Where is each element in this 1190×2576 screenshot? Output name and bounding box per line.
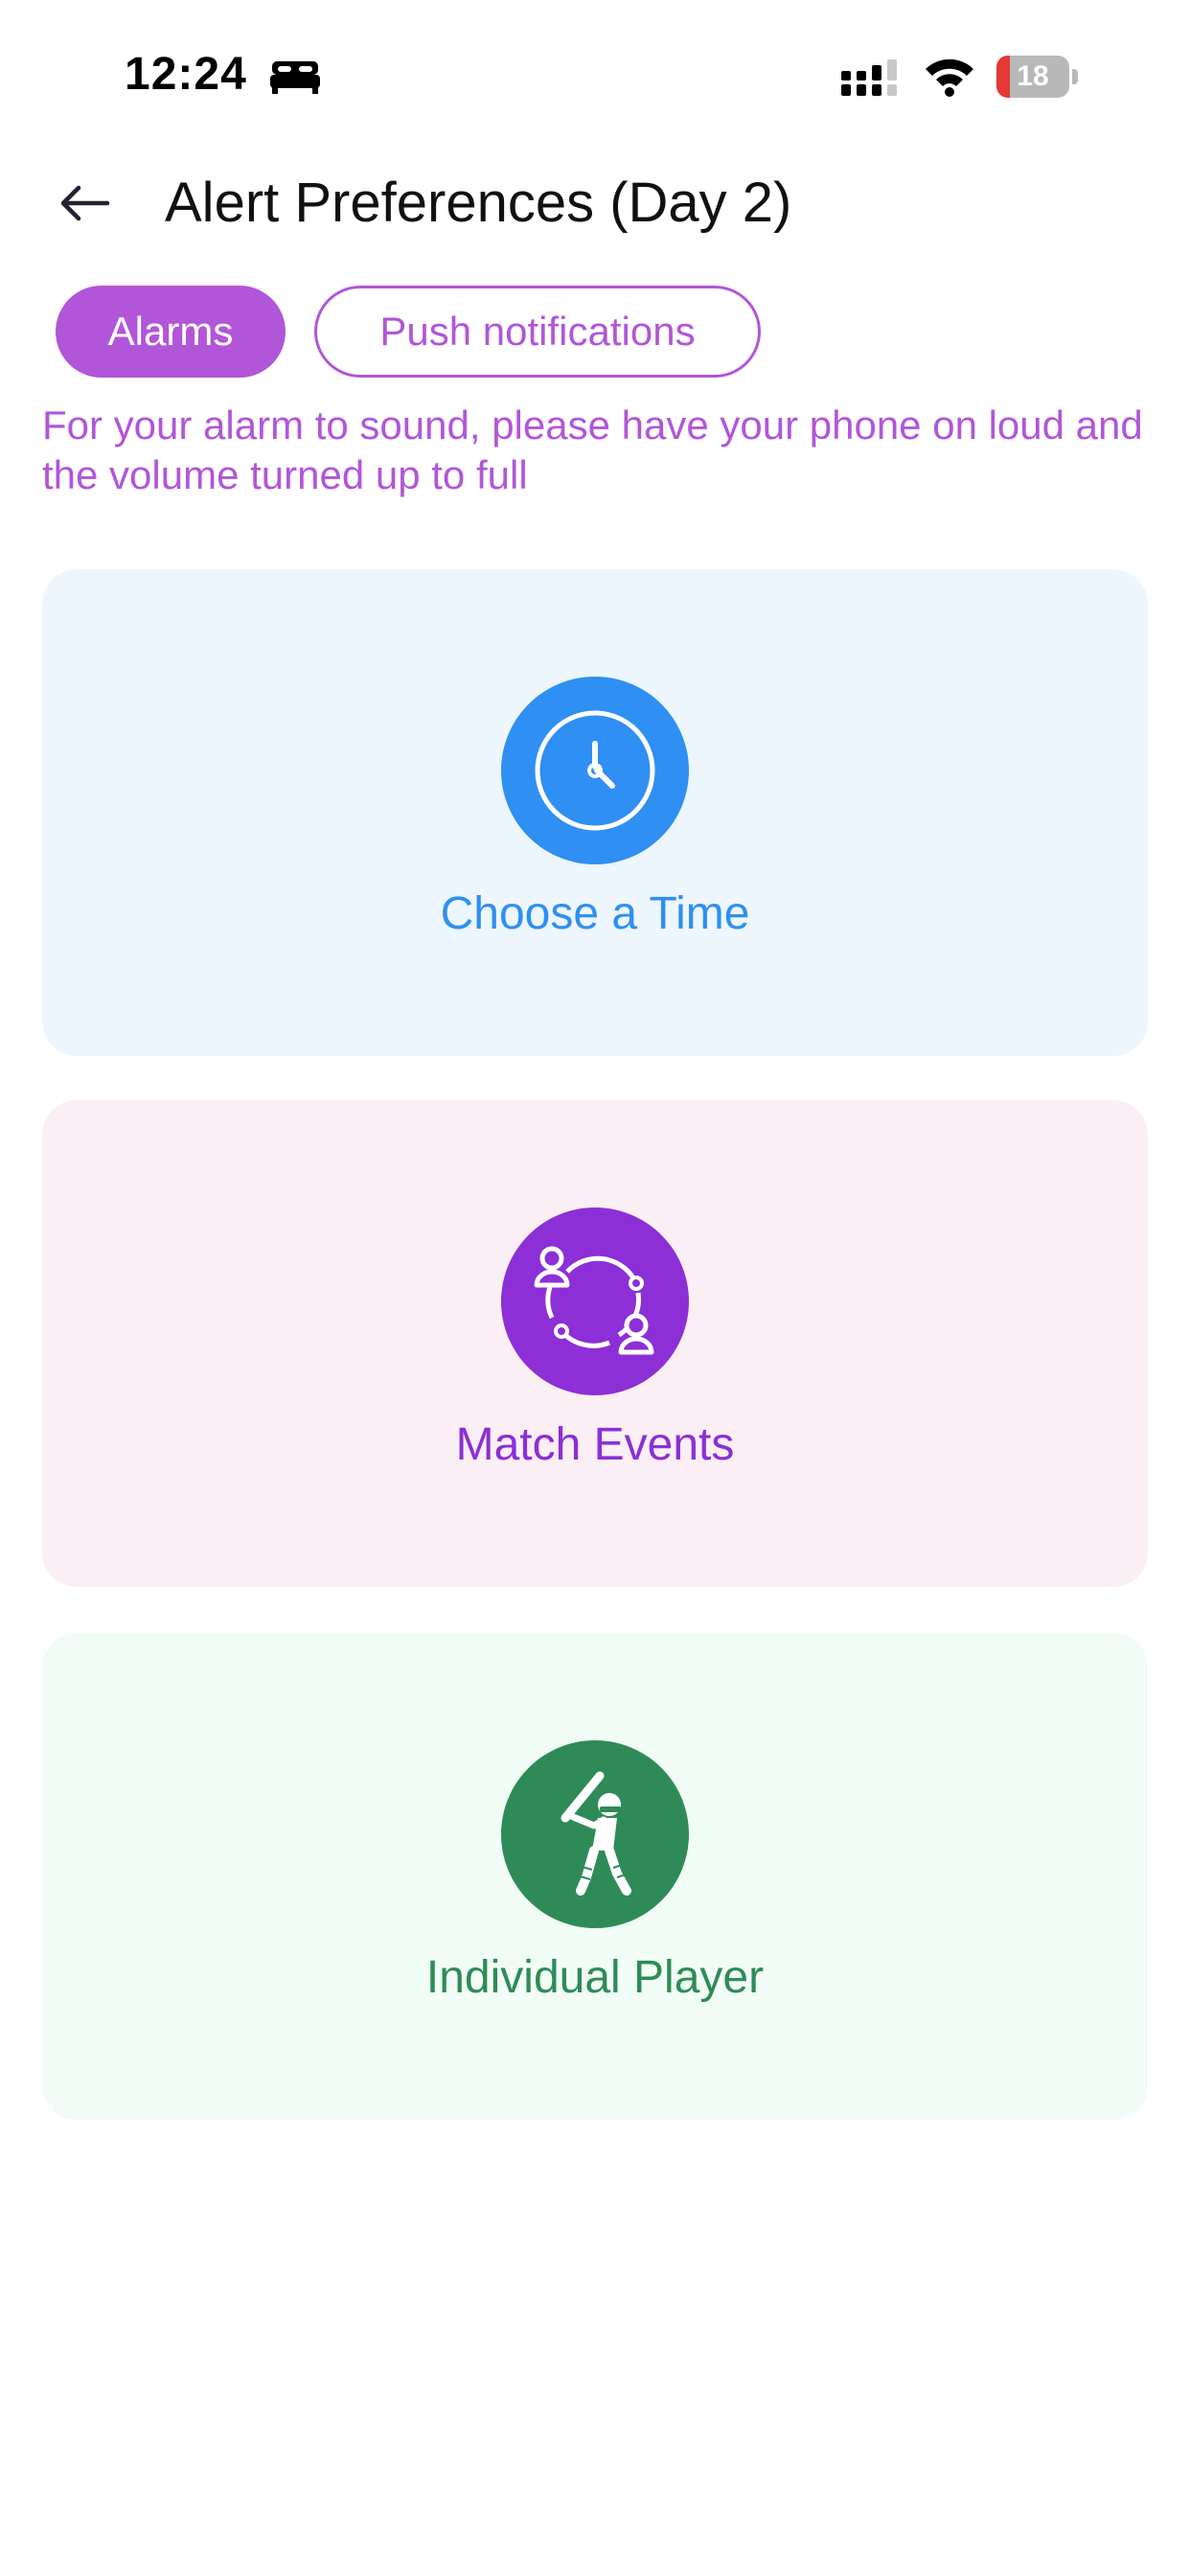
- clock-icon: [501, 677, 689, 864]
- individual-player-label: Individual Player: [425, 1952, 765, 2003]
- choose-time-card[interactable]: Choose a Time: [42, 569, 1148, 1056]
- back-button[interactable]: [50, 169, 119, 238]
- page-title: Alert Preferences (Day 2): [165, 172, 792, 234]
- match-events-label: Match Events: [455, 1419, 735, 1470]
- tab-alarms[interactable]: Alarms: [56, 286, 286, 378]
- bed-icon: [270, 61, 320, 94]
- cricket-batsman-icon: [501, 1740, 689, 1928]
- wifi-icon: [926, 58, 973, 97]
- match-events-card[interactable]: Match Events: [42, 1100, 1148, 1587]
- status-bar: 12:24 18: [0, 0, 1190, 153]
- cellular-signal-icon: [841, 59, 897, 96]
- battery-icon: 18: [996, 56, 1079, 98]
- tab-bar: Alarms Push notifications: [56, 286, 761, 378]
- individual-player-card[interactable]: Individual Player: [42, 1633, 1148, 2120]
- tab-push-notifications[interactable]: Push notifications: [314, 286, 761, 378]
- arrow-left-icon: [60, 185, 110, 221]
- choose-time-label: Choose a Time: [440, 888, 750, 939]
- status-time: 12:24: [125, 49, 247, 100]
- users-cycle-icon: [501, 1208, 689, 1395]
- alarm-info-text: For your alarm to sound, please have you…: [42, 402, 1143, 497]
- battery-level: 18: [1017, 60, 1049, 92]
